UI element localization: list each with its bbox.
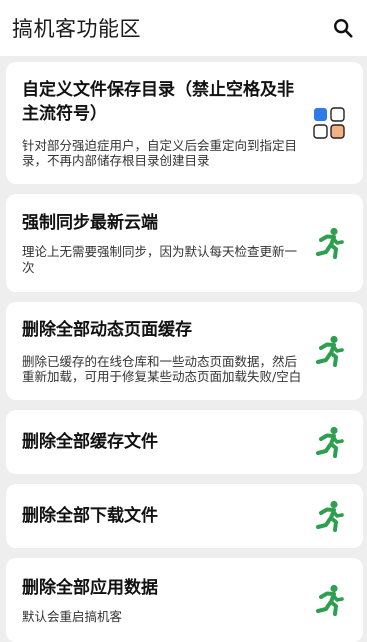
item-title: 删除全部动态页面缓存 [22,319,192,340]
item-title: 删除全部应用数据 [22,577,158,598]
search-icon[interactable] [329,14,357,42]
item-title: 删除全部下载文件 [22,506,158,526]
item-title: 强制同步最新云端 [22,213,158,233]
item-title: 删除全部缓存文件 [22,432,158,452]
delete-cache-files-item[interactable]: 删除全部缓存文件 [6,410,363,474]
delete-page-cache-item[interactable]: 删除全部动态页面缓存 删除已缓存的在线仓库和一些动态页面数据，然后重新加载，可用… [6,302,363,400]
function-list: 自定义文件保存目录（禁止空格及非主流符号） 针对部分强迫症用户，自定义后会重定向… [6,62,363,642]
running-person-icon [311,582,347,618]
running-person-icon [311,424,347,460]
running-person-icon [311,225,347,261]
running-person-icon [311,498,347,534]
delete-app-data-item[interactable]: 删除全部应用数据 默认会重启搞机客 [6,558,363,642]
running-person-icon [311,333,347,369]
delete-download-files-item[interactable]: 删除全部下载文件 [6,484,363,548]
item-title: 自定义文件保存目录（禁止空格及非主流符号） [22,79,294,124]
item-description: 删除已缓存的在线仓库和一些动态页面数据，然后重新加载，可用于修复某些动态页面加载… [22,353,302,385]
item-description: 理论上无需要强制同步，因为默认每天检查更新一次 [22,244,298,275]
page-title: 搞机客功能区 [12,17,141,41]
item-description: 默认会重启搞机客 [22,608,123,624]
app-bar: 搞机客功能区 [0,0,367,56]
grid-apps-icon [311,105,347,141]
item-description: 针对部分强迫症用户，自定义后会重定向到指定目录，不再内部储存根目录创建目录 [22,137,298,169]
custom-save-dir-item[interactable]: 自定义文件保存目录（禁止空格及非主流符号） 针对部分强迫症用户，自定义后会重定向… [6,62,363,184]
force-sync-cloud-item[interactable]: 强制同步最新云端 理论上无需要强制同步，因为默认每天检查更新一次 [6,194,363,292]
